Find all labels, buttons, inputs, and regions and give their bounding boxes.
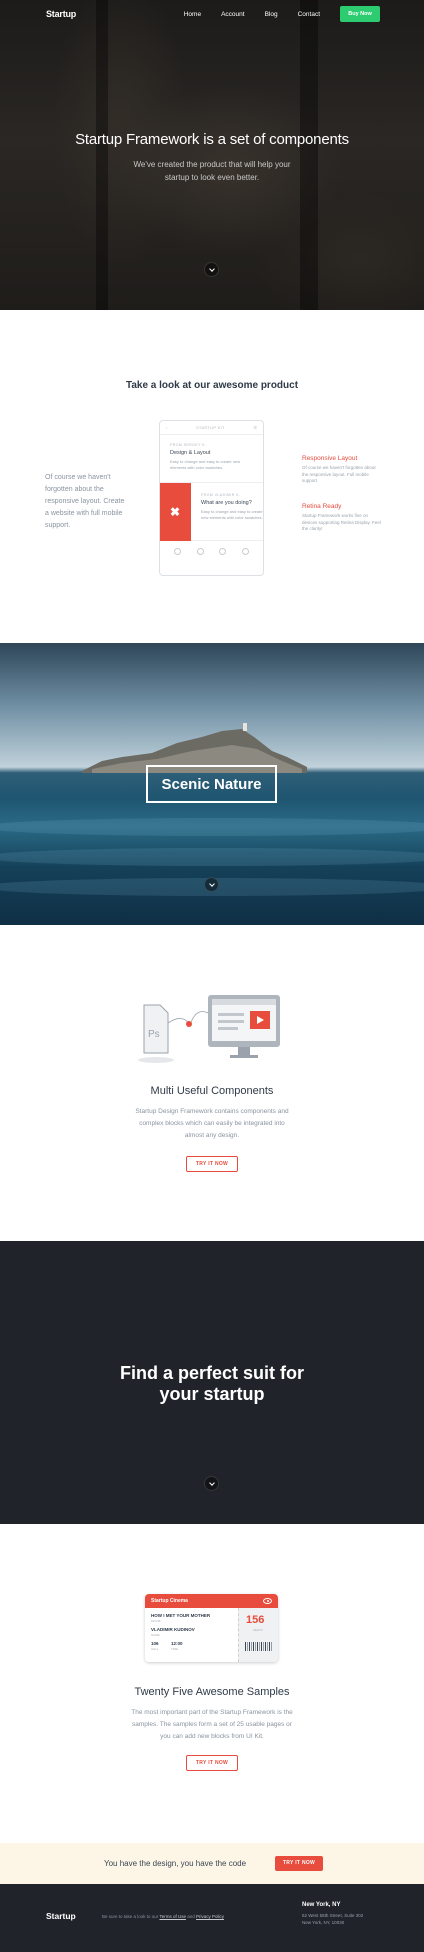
- shuffle-icon: [173, 547, 181, 555]
- phone-header: ‹ STARTUP KIT ☰: [160, 421, 263, 435]
- address-line1: 52 West 55th Street, Suite 302: [302, 1913, 364, 1918]
- phone-mockup: ‹ STARTUP KIT ☰ FROM SERGEY K. Design & …: [159, 420, 264, 576]
- item-title: Design & Layout: [170, 450, 211, 456]
- ticket-header-title: Startup Cinema: [151, 1598, 188, 1604]
- ticket-time: 12:00: [171, 1641, 183, 1646]
- samples-description: The most important part of the Startup F…: [131, 1709, 293, 1740]
- phone-list-item: ✖ FROM VLADIMIR K. What are you doing? E…: [160, 483, 263, 541]
- wave: [0, 818, 424, 836]
- hero-background-tree: [96, 0, 108, 310]
- components-description: Startup Design Framework contains compon…: [135, 1108, 289, 1139]
- phone-list-item: FROM SERGEY K. Design & Layout Easy to c…: [160, 435, 263, 483]
- navbar: Startup Home Account Blog Contact Buy No…: [0, 0, 424, 28]
- item-meta: FROM VLADIMIR K.: [201, 493, 241, 497]
- product-description: Of course we haven't forgotten about the…: [45, 474, 125, 529]
- user-icon: [242, 547, 250, 555]
- scroll-down-icon[interactable]: [204, 262, 219, 277]
- menu-icon: ☰: [253, 425, 257, 430]
- scenic-nature-label: Scenic Nature: [146, 765, 277, 803]
- address-line2: New York, NY, 10030: [302, 1920, 345, 1925]
- cinema-ticket: Startup Cinema HOW I MET YOUR MOTHER MOV…: [145, 1594, 278, 1662]
- suit-section: Find a perfect suit for your startup: [0, 1241, 424, 1524]
- ticket-details: HOW I MET YOUR MOTHER MOVIE VLADIMIR KUD…: [145, 1608, 238, 1662]
- nav-links: Home Account Blog Contact Buy Now: [164, 6, 380, 22]
- eye-icon: [263, 1598, 272, 1604]
- hero-section: Startup Home Account Blog Contact Buy No…: [0, 0, 424, 310]
- cta-text: You have the design, you have the code: [104, 1859, 247, 1868]
- suit-title: Find a perfect suit for your startup: [0, 1363, 424, 1405]
- components-title: Multi Useful Components: [150, 1085, 274, 1097]
- ticket-movie: HOW I MET YOUR MOTHER: [151, 1613, 211, 1618]
- ticket-name-label: NAME: [151, 1633, 160, 1637]
- nav-link-blog[interactable]: Blog: [265, 11, 278, 18]
- ticket-movie-label: MOVIE: [151, 1619, 161, 1623]
- scroll-down-icon[interactable]: [204, 1476, 219, 1491]
- suit-title-line1: Find a perfect suit for: [119, 1363, 305, 1383]
- feature-title: Retina Ready: [302, 503, 342, 510]
- item-meta: FROM SERGEY K.: [170, 443, 207, 447]
- ticket-hall: 106: [151, 1641, 159, 1646]
- ticket-stub: 156 SEATS: [238, 1608, 278, 1662]
- nav-link-account[interactable]: Account: [221, 11, 245, 18]
- nav-link-contact[interactable]: Contact: [298, 11, 320, 18]
- feature-body: Startup Framework works fine on devices …: [302, 513, 381, 531]
- svg-text:Ps: Ps: [148, 1029, 160, 1040]
- feature-title: Responsive Layout: [302, 455, 358, 462]
- ticket-header: Startup Cinema: [145, 1594, 278, 1608]
- footer-address: 52 West 55th Street, Suite 302 New York,…: [302, 1912, 382, 1926]
- feature-body: Of course we haven't forgotten about the…: [302, 465, 376, 483]
- item-body: Easy to change and easy to create new el…: [170, 459, 241, 470]
- privacy-link[interactable]: Privacy Policy: [196, 1914, 224, 1919]
- footer-brand[interactable]: Startup: [46, 1911, 76, 1921]
- ticket-time-label: TIME: [171, 1647, 179, 1651]
- suit-title-line2: your startup: [159, 1384, 265, 1404]
- barcode-icon: [245, 1642, 273, 1651]
- phone-header-title: STARTUP KIT: [195, 425, 225, 430]
- nature-section: Scenic Nature: [0, 643, 424, 925]
- hero-title: Startup Framework is a set of components: [75, 131, 349, 148]
- ticket-name: VLADIMIR KUDINOV: [151, 1627, 195, 1632]
- mic-icon: [196, 547, 204, 555]
- ticket-seat-label: SEATS: [253, 1628, 263, 1632]
- components-illustration: Ps: [138, 995, 280, 1063]
- footer: Startup Be sure to take a look to our Te…: [0, 1884, 424, 1952]
- try-it-now-button[interactable]: TRY IT NOW: [186, 1156, 238, 1172]
- wave: [0, 848, 424, 866]
- footer-city: New York, NY: [302, 1902, 341, 1908]
- brand-logo[interactable]: Startup: [46, 9, 76, 19]
- nav-link-home[interactable]: Home: [184, 11, 201, 18]
- footer-note-and: and: [187, 1914, 195, 1919]
- product-title: Take a look at our awesome product: [125, 380, 299, 391]
- feature-responsive: Responsive Layout Of course we haven't f…: [302, 455, 382, 485]
- feature-retina: Retina Ready Startup Framework works fin…: [302, 503, 382, 533]
- item-body: Easy to change and easy to create new el…: [201, 509, 263, 520]
- footer-note: Be sure to take a look to our Terms of U…: [102, 1914, 224, 1919]
- ticket-hall-label: HALL: [151, 1647, 159, 1651]
- terms-link[interactable]: Terms of Use: [159, 1914, 186, 1919]
- try-it-now-button[interactable]: TRY IT NOW: [275, 1856, 323, 1871]
- buy-now-button[interactable]: Buy Now: [340, 6, 380, 22]
- phone-tabbar: [160, 541, 263, 561]
- search-icon: [219, 547, 227, 555]
- cta-bar: You have the design, you have the code T…: [0, 1843, 424, 1884]
- close-icon: ✖: [160, 483, 191, 541]
- try-it-now-button[interactable]: TRY IT NOW: [186, 1755, 238, 1771]
- ticket-seat-number: 156: [246, 1614, 265, 1626]
- scroll-down-icon[interactable]: [204, 877, 219, 892]
- item-title: What are you doing?: [201, 500, 252, 506]
- footer-note-prefix: Be sure to take a look to our: [102, 1914, 159, 1919]
- hero-background-tree: [300, 0, 318, 310]
- hero-subtitle: We've created the product that will help…: [133, 160, 291, 182]
- samples-title: Twenty Five Awesome Samples: [134, 1686, 290, 1698]
